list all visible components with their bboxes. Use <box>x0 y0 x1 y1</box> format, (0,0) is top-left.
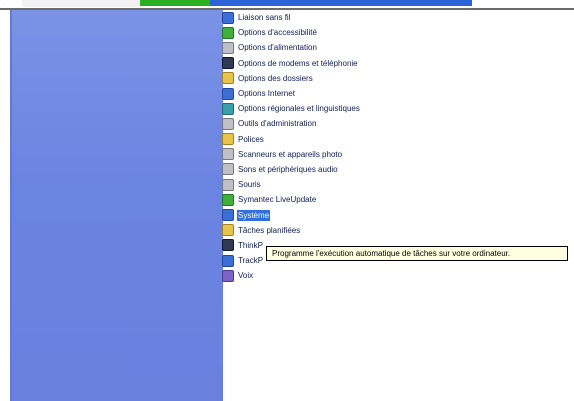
control-panel-item-label: Options Internet <box>238 89 295 99</box>
control-panel-item[interactable]: Scanneurs et appareils photo <box>222 147 572 162</box>
trackpoint-icon <box>222 254 234 267</box>
control-panel-item[interactable]: Tâches planifiées <box>222 223 572 238</box>
scanner-camera-icon <box>222 148 234 161</box>
control-panel-item[interactable]: Options d'alimentation <box>222 40 572 55</box>
tooltip-text: Programme l'exécution automatique de tâc… <box>272 249 511 258</box>
control-panel-item-label: Options d'accessibilité <box>238 28 317 38</box>
control-panel-item[interactable]: Options Internet <box>222 86 572 101</box>
control-panel-item-label: Options d'alimentation <box>238 43 317 53</box>
control-panel-item[interactable]: Polices <box>222 132 572 147</box>
folder-options-icon <box>222 72 234 85</box>
sound-icon <box>222 163 234 176</box>
control-panel-item-label: Options régionales et linguistiques <box>238 104 360 114</box>
control-panel-item-label: TrackP <box>238 256 264 266</box>
control-panel-list: Liaison sans fil Options d'accessibilité O… <box>222 10 572 283</box>
control-panel-item-label: Polices <box>238 134 264 144</box>
titlebar-left-segment <box>22 0 140 7</box>
taskbar-green-segment <box>140 0 210 6</box>
speech-icon <box>222 269 234 282</box>
wireless-icon <box>222 11 234 24</box>
control-panel-item[interactable]: Options d'accessibilité <box>222 25 572 40</box>
control-panel-item-label: ThinkP <box>238 240 263 250</box>
power-options-icon <box>222 41 234 54</box>
control-panel-item[interactable]: Sons et périphériques audio <box>222 162 572 177</box>
task-pane <box>10 10 223 401</box>
control-panel-item[interactable]: Options régionales et linguistiques <box>222 101 572 116</box>
taskbar-blue-segment <box>210 0 472 6</box>
system-icon <box>222 209 234 222</box>
control-panel-item[interactable]: Options de modems et téléphonie <box>222 56 572 71</box>
liveupdate-icon <box>222 193 234 206</box>
control-panel-item[interactable]: Outils d'administration <box>222 116 572 131</box>
control-panel-item-label: Options de modems et téléphonie <box>238 58 358 68</box>
control-panel-item-label: Outils d'administration <box>238 119 317 129</box>
control-panel-item[interactable]: Souris <box>222 177 572 192</box>
control-panel-item[interactable]: Options des dossiers <box>222 71 572 86</box>
control-panel-item-label: Tâches planifiées <box>238 225 301 235</box>
control-panel-item-label: Scanneurs et appareils photo <box>238 149 343 159</box>
control-panel-item-label: Sons et périphériques audio <box>238 164 338 174</box>
control-panel-item[interactable]: Système <box>222 207 572 222</box>
thinkpad-icon <box>222 239 234 252</box>
modem-phone-icon <box>222 57 234 70</box>
control-panel-item-label: Symantec LiveUpdate <box>238 195 317 205</box>
scheduled-tasks-icon <box>222 224 234 237</box>
control-panel-item-label: Liaison sans fil <box>238 13 291 23</box>
control-panel-item[interactable]: Liaison sans fil <box>222 10 572 25</box>
mouse-icon <box>222 178 234 191</box>
control-panel-item-label: Voix <box>238 271 254 281</box>
regional-options-icon <box>222 102 234 115</box>
control-panel-item[interactable]: Symantec LiveUpdate <box>222 192 572 207</box>
control-panel-item-label: Souris <box>238 180 261 190</box>
control-panel-item-label: Options des dossiers <box>238 73 313 83</box>
tooltip: Programme l'exécution automatique de tâc… <box>266 246 568 261</box>
accessibility-icon <box>222 26 234 39</box>
control-panel-item-label: Système <box>237 209 271 221</box>
control-panel-screen: Liaison sans fil Options d'accessibilité O… <box>0 0 574 401</box>
admin-tools-icon <box>222 117 234 130</box>
control-panel-item[interactable]: Voix <box>222 268 572 283</box>
fonts-folder-icon <box>222 133 234 146</box>
internet-options-icon <box>222 87 234 100</box>
